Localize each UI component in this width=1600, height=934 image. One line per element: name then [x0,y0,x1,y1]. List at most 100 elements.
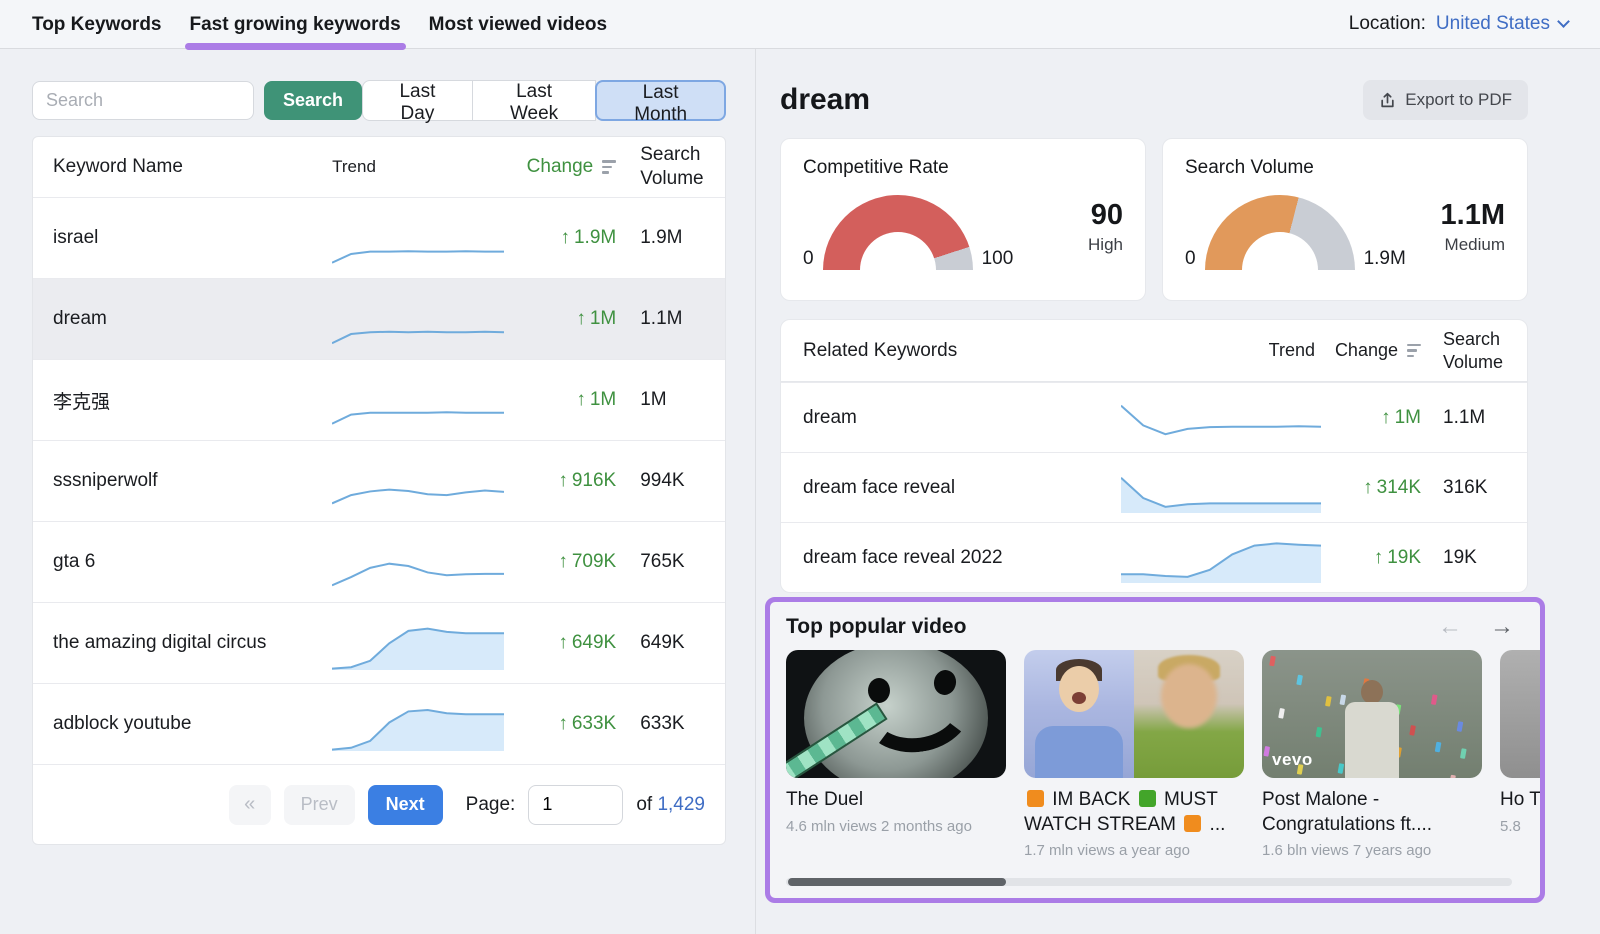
up-arrow-icon: ↑ [1381,407,1391,429]
related-keywords-card: Related Keywords Trend Change Search Vol… [780,319,1528,593]
change-value: ↑649K [512,632,617,654]
keyword-name: dream face reveal [803,477,1111,499]
video-card[interactable]: Ho TO 5.8 [1500,650,1545,859]
trend-sparkline [1121,539,1321,583]
tab-fast-growing-keywords[interactable]: Fast growing keywords [190,0,401,49]
trend-sparkline [332,300,504,346]
confetti-graphic [1269,656,1276,667]
search-volume-value: 1.1M [1421,407,1505,429]
search-button[interactable]: Search [264,81,362,120]
related-keyword-row[interactable]: dream ↑1M 1.1M [781,382,1527,452]
video-thumbnail[interactable] [1500,650,1545,778]
gauge-title: Search Volume [1185,157,1505,179]
up-arrow-icon: ↑ [558,470,568,492]
video-thumbnail[interactable]: vevo [1262,650,1482,778]
table-row[interactable]: sssniperwolf ↑916K 994K [33,440,725,521]
keyword-name: dream [53,308,332,330]
up-arrow-icon: ↑ [576,389,586,411]
streamer-right-graphic [1134,650,1244,778]
table-row[interactable]: adblock youtube ↑633K 633K [33,683,725,764]
keywords-table: Keyword Name Trend Change Search Volume … [32,136,726,845]
filter-last-day[interactable]: Last Day [362,80,473,121]
carousel-back-arrow-icon[interactable]: ← [1438,615,1462,639]
trend-sparkline [332,543,504,589]
section-title: Top popular video [786,615,966,639]
search-volume-value: 765K [616,551,711,573]
search-volume-value: 1.9M [616,227,711,249]
gauge-level: Medium [1441,235,1505,255]
keyword-name: the amazing digital circus [53,632,332,654]
related-keyword-row[interactable]: dream face reveal ↑314K 316K [781,452,1527,522]
top-navigation: Top Keywords Fast growing keywords Most … [0,0,1600,49]
page-title: dream [780,83,870,117]
keyword-name: 李克强 [53,387,332,414]
video-card[interactable]: IM BACK MUST WATCH STREAM ... 1.7 mln vi… [1024,650,1244,859]
table-row[interactable]: israel ↑1.9M 1.9M [33,197,725,278]
prev-page-button[interactable]: Prev [284,785,355,825]
filter-last-month[interactable]: Last Month [595,80,726,121]
scrollbar-thumb[interactable] [788,878,1006,886]
tab-top-keywords[interactable]: Top Keywords [32,0,162,49]
gauge-value: 1.1M [1441,199,1505,232]
search-volume-value: 649K [616,632,711,654]
search-volume-value: 19K [1421,547,1505,569]
competitive-rate-gauge [823,195,973,270]
change-value: ↑1.9M [512,227,617,249]
carousel-scrollbar[interactable] [786,878,1512,886]
header-search-volume: Search Volume [616,143,711,191]
search-volume-value: 316K [1421,477,1505,499]
location-selector[interactable]: Location: United States [1349,13,1568,35]
up-arrow-icon: ↑ [560,227,570,249]
page-number-input[interactable] [528,785,623,825]
video-title[interactable]: IM BACK MUST WATCH STREAM ... [1024,788,1244,837]
table-row[interactable]: 李克强 ↑1M 1M [33,359,725,440]
time-filter-group: Last Day Last Week Last Month [362,80,726,121]
total-pages-link[interactable]: 1,429 [657,794,705,815]
header-change[interactable]: Change [512,156,617,178]
keyword-name: sssniperwolf [53,470,332,492]
related-keyword-row[interactable]: dream face reveal 2022 ↑19K 19K [781,522,1527,592]
video-meta: 1.7 mln views a year ago [1024,842,1244,859]
next-page-button[interactable]: Next [368,785,443,825]
vevo-logo: vevo [1272,750,1313,770]
video-title[interactable]: Ho TO [1500,788,1545,813]
trend-sparkline [332,705,504,751]
export-to-pdf-button[interactable]: Export to PDF [1363,80,1528,120]
table-row-selected[interactable]: dream ↑1M 1.1M [33,278,725,359]
trend-sparkline [1121,469,1321,513]
keywords-table-header: Keyword Name Trend Change Search Volume [33,137,725,197]
keyword-name: adblock youtube [53,713,332,735]
header-trend: Trend [332,157,511,177]
streamer-left-graphic [1024,650,1134,778]
video-title[interactable]: The Duel [786,788,1006,813]
search-input[interactable] [32,81,254,120]
up-arrow-icon: ↑ [558,551,568,573]
video-card[interactable]: vevo Post Malone - Congratulations ft...… [1262,650,1482,859]
up-arrow-icon: ↑ [1363,477,1373,499]
table-row[interactable]: gta 6 ↑709K 765K [33,521,725,602]
change-value: ↑633K [512,713,617,735]
export-label: Export to PDF [1405,90,1512,110]
chevron-down-icon [1557,15,1570,28]
video-title[interactable]: Post Malone - Congratulations ft.... [1262,788,1482,837]
first-page-button[interactable]: « [229,785,271,825]
competitive-rate-card: Competitive Rate 0 100 90 High [780,138,1146,301]
location-value[interactable]: United States [1436,13,1550,35]
video-thumbnail[interactable] [786,650,1006,778]
sort-descending-icon[interactable] [602,160,616,174]
tab-most-viewed-videos[interactable]: Most viewed videos [429,0,607,49]
change-value: ↑314K [1321,477,1421,499]
filter-last-week[interactable]: Last Week [472,80,596,121]
app-window: Top Keywords Fast growing keywords Most … [0,0,1600,934]
video-card[interactable]: The Duel 4.6 mln views 2 months ago [786,650,1006,859]
change-value: ↑709K [512,551,617,573]
video-meta: 5.8 [1500,818,1545,835]
header-change[interactable]: Change [1321,340,1421,361]
table-row[interactable]: the amazing digital circus ↑649K 649K [33,602,725,683]
sort-descending-icon[interactable] [1407,344,1421,358]
up-arrow-icon: ↑ [558,713,568,735]
top-popular-video-section: Top popular video ← → The Duel 4.6 mln v… [765,597,1545,903]
video-thumbnail[interactable] [1024,650,1244,778]
gauge-min-label: 0 [803,248,814,270]
carousel-forward-arrow-icon[interactable]: → [1490,615,1514,639]
